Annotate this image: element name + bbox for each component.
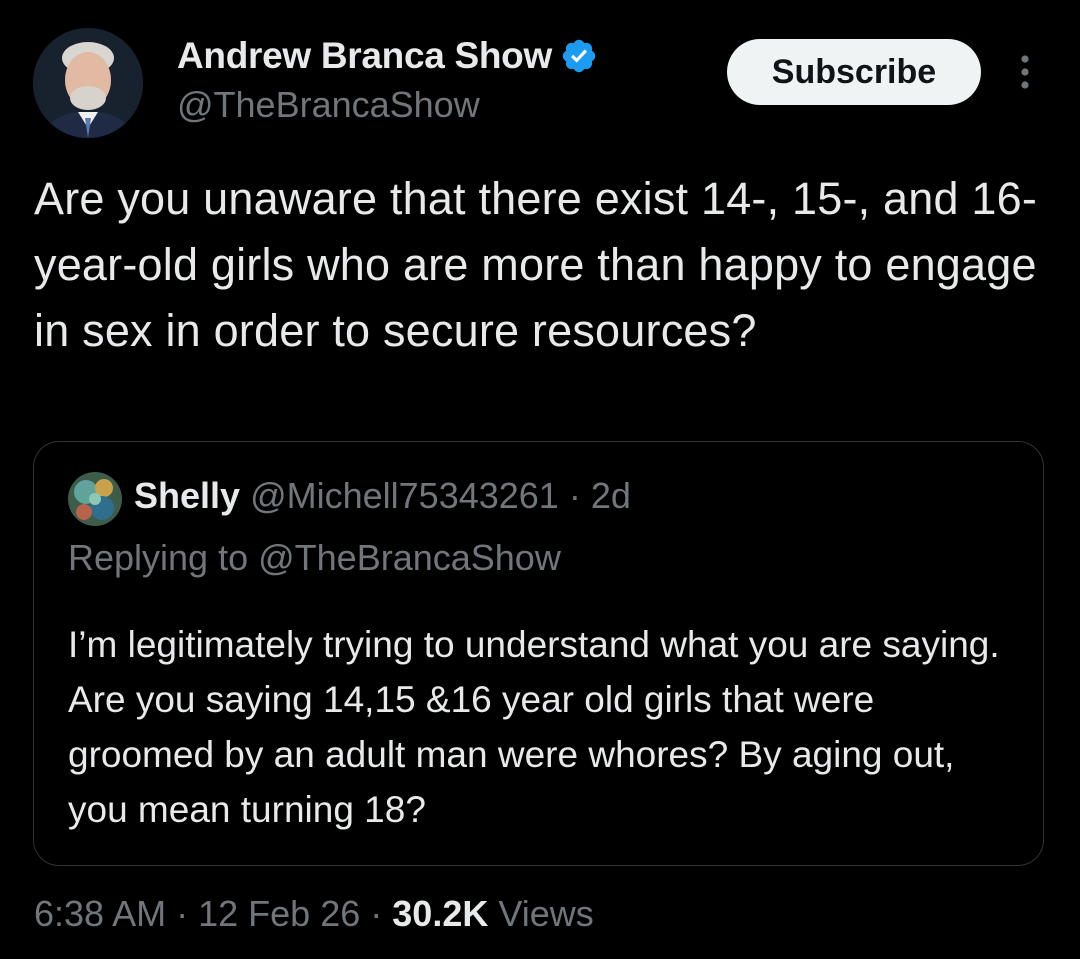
quote-replying-to: Replying to @TheBrancaShow xyxy=(68,537,561,579)
tweet-meta: 6:38 AM · 12 Feb 26 · 30.2K Views xyxy=(34,893,594,935)
author-name[interactable]: Andrew Branca Show xyxy=(177,35,552,77)
author-avatar[interactable] xyxy=(33,28,143,138)
subscribe-button[interactable]: Subscribe xyxy=(727,39,981,105)
quote-author-name[interactable]: Shelly xyxy=(134,475,240,516)
quote-author-handle[interactable]: @Michell75343261 xyxy=(250,475,559,516)
author-handle[interactable]: @TheBrancaShow xyxy=(177,84,480,126)
views-label: Views xyxy=(498,893,594,934)
verified-badge-icon xyxy=(562,39,596,73)
tweet-text: Are you unaware that there exist 14-, 15… xyxy=(34,173,1038,356)
tweet-header: Andrew Branca Show @TheBrancaShow Subscr… xyxy=(0,0,1080,150)
quoted-tweet[interactable]: Shelly @Michell75343261 · 2d Replying to… xyxy=(33,441,1044,866)
meta-separator: · xyxy=(370,893,383,934)
tweet-date[interactable]: 12 Feb 26 xyxy=(198,893,360,934)
quote-age[interactable]: 2d xyxy=(591,475,631,516)
meta-separator: · xyxy=(176,893,189,934)
quote-header: Shelly @Michell75343261 · 2d xyxy=(134,475,631,517)
author-name-row: Andrew Branca Show xyxy=(177,35,598,77)
views-count: 30.2K xyxy=(392,893,489,934)
more-options-icon[interactable] xyxy=(1005,52,1045,92)
quote-avatar-image xyxy=(68,472,122,526)
quote-text: I’m legitimately trying to understand wh… xyxy=(68,624,1000,830)
tweet-time[interactable]: 6:38 AM xyxy=(34,893,166,934)
quote-separator: · xyxy=(568,475,581,516)
quote-author-avatar[interactable] xyxy=(68,472,122,526)
replying-handle[interactable]: @TheBrancaShow xyxy=(258,537,561,578)
author-avatar-image xyxy=(33,28,143,138)
replying-prefix: Replying to xyxy=(68,537,249,578)
